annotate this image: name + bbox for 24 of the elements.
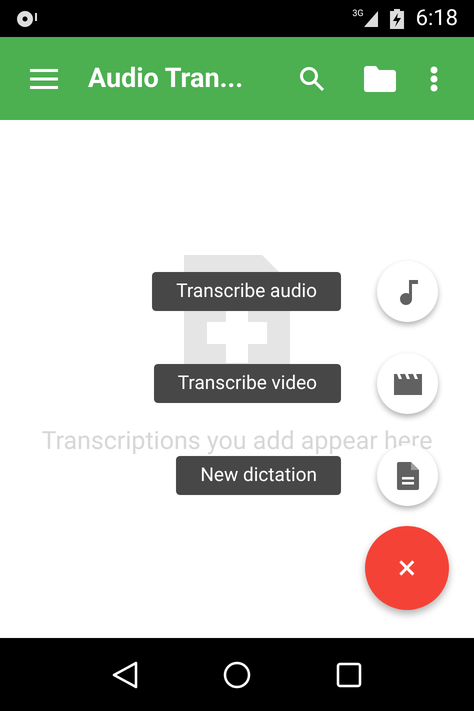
action-label[interactable]: Transcribe video (154, 364, 341, 403)
back-icon (112, 660, 138, 688)
document-icon (396, 462, 418, 490)
disc-icon (16, 10, 38, 28)
app-title: Audio Tran... (88, 61, 244, 96)
back-button[interactable] (112, 660, 138, 688)
battery-icon (390, 8, 404, 28)
menu-icon (30, 68, 58, 88)
signal-icon (364, 10, 378, 26)
action-label[interactable]: New dictation (176, 456, 341, 495)
recents-icon (336, 662, 362, 688)
folder-icon (364, 66, 396, 92)
action-label[interactable]: Transcribe audio (152, 272, 341, 311)
close-fab[interactable]: × (365, 526, 449, 610)
home-button[interactable] (222, 660, 251, 688)
clapperboard-icon (392, 372, 422, 396)
mini-action-button[interactable] (377, 353, 438, 414)
mini-action-button[interactable] (377, 261, 438, 322)
home-icon (222, 660, 251, 688)
clock: 6:18 (416, 5, 458, 33)
more-icon (430, 66, 438, 92)
search-icon (299, 66, 325, 92)
recents-button[interactable] (336, 662, 362, 688)
network-type: 3G (352, 8, 364, 21)
